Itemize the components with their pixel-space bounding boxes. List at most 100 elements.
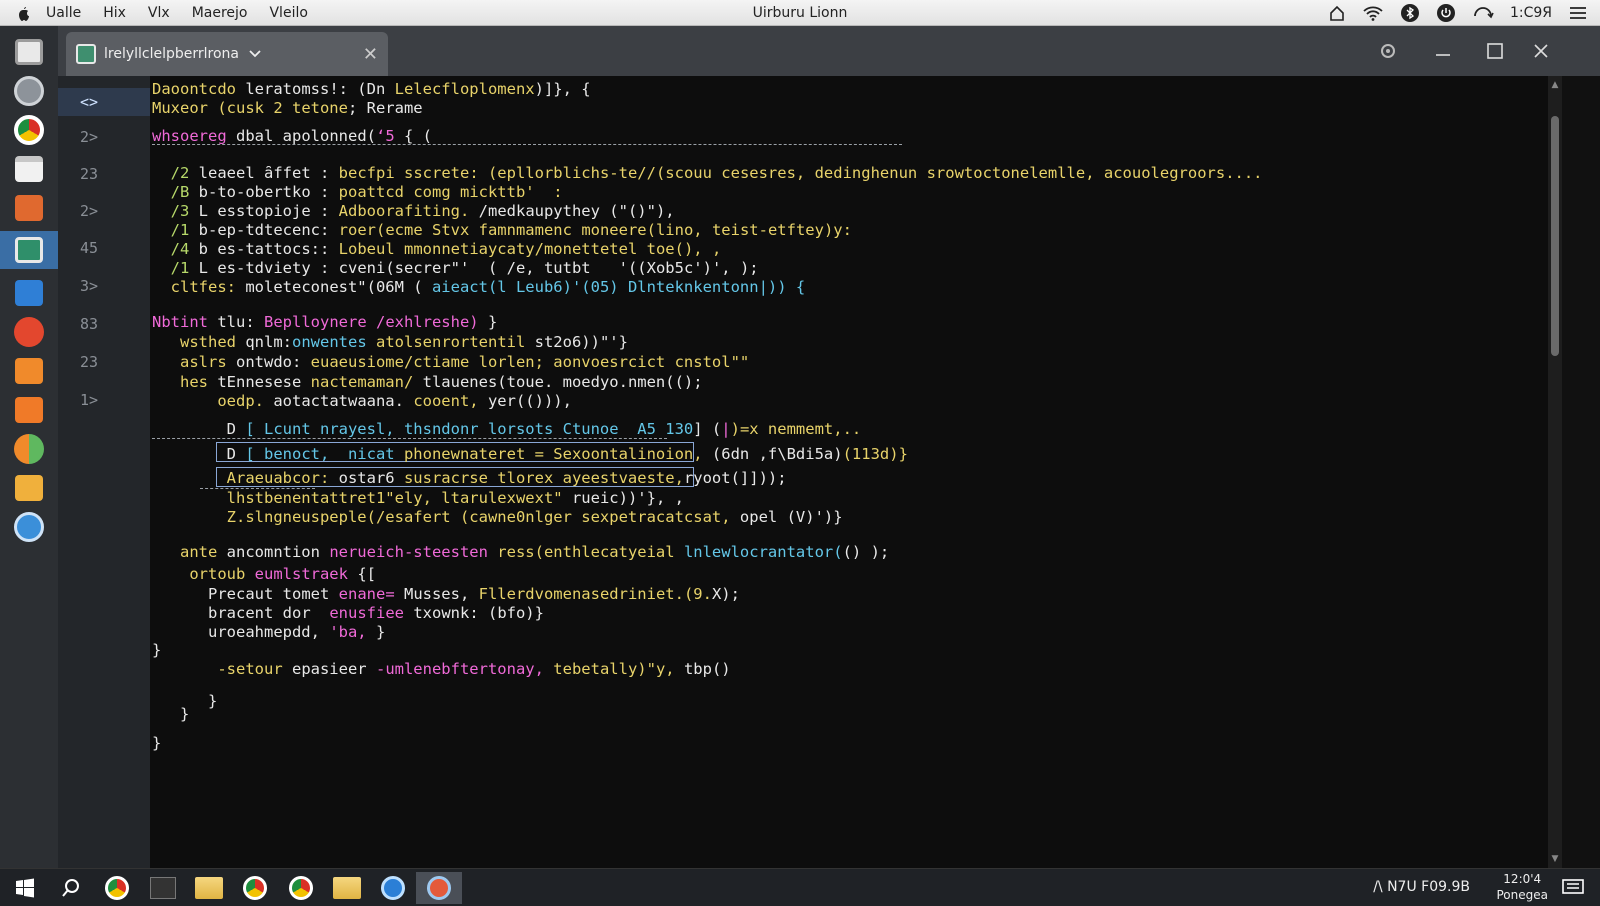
menu-icon[interactable]: [1568, 5, 1588, 21]
help-icon[interactable]: [9, 511, 49, 542]
code-line[interactable]: lhstbenentattret1"ely, ltarulexwext" rue…: [152, 488, 684, 508]
code-line[interactable]: -setour epasieer -umlenebftertonay, tebe…: [152, 659, 730, 679]
windows-start-icon[interactable]: [6, 872, 44, 904]
code-line[interactable]: Z.slngneuspeple(/esafert (cawne0nlger se…: [152, 507, 843, 527]
code-line[interactable]: wsthed qnlm:onwentes atolsenrortentil st…: [152, 332, 628, 352]
line-gutter: <> 2> 23 2> 45 3> 83 23 1>: [58, 76, 150, 868]
folder-icon[interactable]: [328, 872, 366, 904]
document-icon[interactable]: [9, 192, 49, 223]
menu-item-3[interactable]: Vlx: [148, 5, 170, 21]
line-number[interactable]: <>: [58, 88, 150, 116]
code-token: nerueich-steesten: [329, 543, 498, 561]
chrome-icon[interactable]: [9, 114, 49, 145]
menu-item-5[interactable]: Vleilo: [269, 5, 307, 21]
code-line[interactable]: Muxeor (cusk 2 tetone; Rerame: [152, 98, 423, 118]
line-number[interactable]: 2>: [58, 197, 150, 225]
code-line[interactable]: /1 b-ep-tdtecenc: roer(ecme Stvx famnmam…: [152, 220, 852, 240]
chrome-icon[interactable]: [282, 872, 320, 904]
code-line[interactable]: cltfes: moleteconest"(06M ( aieact(l Leu…: [152, 277, 806, 297]
code-token: aslrs: [152, 353, 236, 371]
chrome-icon[interactable]: [236, 872, 274, 904]
line-number[interactable]: 23: [58, 348, 150, 376]
line-number[interactable]: 23: [58, 160, 150, 188]
editor-app-icon[interactable]: [9, 355, 49, 386]
vertical-scrollbar[interactable]: ▲ ▼: [1548, 76, 1562, 868]
code-token: lnlewlocrantator(: [683, 543, 843, 561]
menu-item-1[interactable]: Ualle: [46, 5, 81, 21]
code-line[interactable]: bracent dor enusfiee txownk: (bfo)}: [152, 603, 544, 623]
code-line[interactable]: }: [152, 640, 161, 660]
code-token: tEnnesese: [217, 373, 311, 391]
menu-item-2[interactable]: Hix: [103, 5, 126, 21]
tray-status[interactable]: /\ N7U F09.9B: [1373, 879, 1470, 895]
line-number[interactable]: 1>: [58, 386, 150, 414]
wifi-icon[interactable]: [1362, 4, 1384, 22]
code-line[interactable]: /3 L esstopioje : Adboorafiting. /medkau…: [152, 201, 675, 221]
folder-icon[interactable]: [190, 872, 228, 904]
browser-icon[interactable]: [9, 433, 49, 464]
menu-bar: Ualle Hix Vlx Maerejo Vleilo Uirburu Lio…: [0, 0, 1600, 26]
code-line[interactable]: Araeuabcor: ostar6 susracrse tlorex ayee…: [152, 468, 787, 488]
terminal-icon[interactable]: [144, 872, 182, 904]
code-line[interactable]: /B b-to-obertko : poattcd comg mickttb' …: [152, 182, 563, 202]
tab-active-file[interactable]: lrelyllclelpberrlrona ✕: [66, 32, 388, 76]
text-editor-icon[interactable]: [9, 153, 49, 184]
code-line[interactable]: whsoereg dbal apolonned(ʻ5 { (: [152, 126, 432, 146]
code-line[interactable]: /4 b es-tattocs:: Lobeul mmonnetiaycaty/…: [152, 239, 722, 259]
code-line[interactable]: Precaut tomet enane= Musses, Fllerdvomen…: [152, 584, 740, 604]
search-icon[interactable]: [52, 872, 90, 904]
tab-close-button[interactable]: ✕: [363, 44, 378, 65]
line-number[interactable]: 83: [58, 310, 150, 338]
taskbar-clock[interactable]: 12:0'4 Ponegea: [1497, 871, 1549, 903]
code-line[interactable]: /1 L es-tdviety : cveni(secrer"' ( /e, t…: [152, 258, 759, 278]
files-icon[interactable]: [9, 36, 49, 67]
close-button[interactable]: [1526, 36, 1556, 66]
scroll-up-icon[interactable]: ▲: [1549, 80, 1561, 90]
code-token: Adboorafiting.: [338, 202, 479, 220]
menu-item-4[interactable]: Maerejo: [192, 5, 248, 21]
code-line[interactable]: uroeahmepdd, 'ba, }: [152, 622, 385, 642]
code-line[interactable]: ortoub eumlstraek {[: [152, 564, 376, 584]
line-number[interactable]: 2>: [58, 123, 150, 151]
app-icon[interactable]: [416, 872, 462, 904]
code-token: b-ep-tdtecenc: [198, 221, 320, 239]
terminal-app-icon[interactable]: [0, 231, 58, 269]
home-icon[interactable]: [1328, 4, 1346, 22]
code-line[interactable]: Nbtint tlu: Beplloynere /exhlreshe) }: [152, 312, 497, 332]
apple-icon[interactable]: [0, 4, 46, 22]
notification-icon[interactable]: [1554, 872, 1592, 904]
scroll-down-icon[interactable]: ▼: [1549, 854, 1561, 864]
settings-icon[interactable]: [1373, 36, 1403, 66]
code-line[interactable]: aslrs ontwdo: euaeusiome/ctiame lorlen; …: [152, 352, 749, 372]
settings-app-icon[interactable]: [9, 75, 49, 106]
code-editor[interactable]: Daoontcdo leratomss!: (Dn Lelecfloplomen…: [150, 76, 1550, 868]
fruit-app-icon[interactable]: [9, 316, 49, 347]
code-line[interactable]: D [ benoct, nicat phonewnateret = Sexoon…: [152, 444, 908, 464]
line-number[interactable]: 45: [58, 234, 150, 262]
line-number[interactable]: 3>: [58, 272, 150, 300]
edge-icon[interactable]: [374, 872, 412, 904]
code-line[interactable]: D [ Lcunt nrayesl, thsndonr lorsots Ctun…: [152, 419, 862, 439]
code-line[interactable]: oedp. aotactatwaana. cooent, yer(())),: [152, 391, 572, 411]
code-line[interactable]: /2 leaeel ȃffet : becfpi sscrete: (epllo…: [152, 163, 1263, 183]
code-line[interactable]: }: [152, 704, 189, 724]
chrome-icon[interactable]: [98, 872, 136, 904]
tab-title: lrelyllclelpberrlrona: [104, 46, 240, 62]
code-line[interactable]: }: [152, 733, 161, 753]
chevron-down-icon[interactable]: [249, 46, 261, 62]
code-line[interactable]: Daoontcdo leratomss!: (Dn Lelecfloplomen…: [152, 79, 591, 99]
code-line[interactable]: ante ancomntion nerueich-steesten ress(e…: [152, 542, 889, 562]
maximize-button[interactable]: [1480, 36, 1510, 66]
bluetooth-icon[interactable]: [1400, 3, 1420, 23]
clock-text[interactable]: 1:C9Я: [1510, 5, 1552, 21]
code-token: Z.slngneuspeple: [152, 508, 367, 526]
code-line[interactable]: hes tEnnesese nactemaman/ tlauenes(toue.…: [152, 372, 703, 392]
sync-icon[interactable]: [1472, 4, 1494, 22]
minimize-button[interactable]: [1428, 36, 1458, 66]
code-token: /3: [152, 202, 199, 220]
folder-icon[interactable]: [9, 472, 49, 503]
folder-icon[interactable]: [9, 394, 49, 425]
scroll-thumb[interactable]: [1551, 116, 1559, 356]
mail-icon[interactable]: [9, 277, 49, 308]
power-icon[interactable]: [1436, 3, 1456, 23]
